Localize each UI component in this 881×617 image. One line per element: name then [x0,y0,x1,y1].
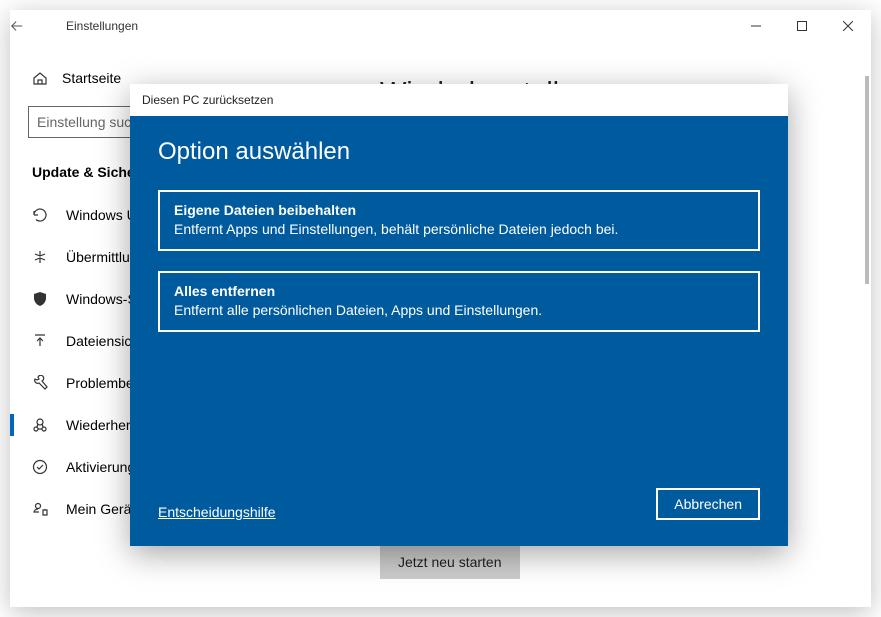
reset-pc-dialog: Diesen PC zurücksetzen Option auswählen … [130,84,788,546]
recovery-icon [32,417,48,433]
close-button[interactable] [825,10,871,42]
help-link[interactable]: Entscheidungshilfe [158,504,276,520]
dialog-title: Diesen PC zurücksetzen [130,84,788,116]
cancel-button[interactable]: Abbrechen [656,488,760,520]
option-remove-everything[interactable]: Alles entfernen Entfernt alle persönlich… [158,271,760,332]
titlebar: Einstellungen [10,10,871,42]
sidebar-home-label: Startseite [62,70,121,86]
scrollbar-thumb[interactable] [865,76,869,284]
wrench-icon [32,375,48,391]
home-icon [32,70,48,86]
option-title: Eigene Dateien beibehalten [174,202,744,218]
dialog-footer: Entscheidungshilfe Abbrechen [158,488,760,520]
option-title: Alles entfernen [174,283,744,299]
window-title: Einstellungen [56,19,138,33]
option-description: Entfernt Apps und Einstellungen, behält … [174,221,744,237]
backup-icon [32,333,48,349]
delivery-icon [32,249,48,265]
option-keep-files[interactable]: Eigene Dateien beibehalten Entfernt Apps… [158,190,760,251]
restart-button[interactable]: Jetzt neu starten [380,545,520,579]
check-circle-icon [32,459,48,475]
dialog-heading: Option auswählen [158,138,760,166]
dialog-body: Option auswählen Eigene Dateien beibehal… [130,116,788,546]
maximize-button[interactable] [779,10,825,42]
back-button[interactable] [10,19,56,33]
shield-icon [32,291,48,307]
update-icon [32,207,48,223]
sidebar-item-label: Aktivierung [66,459,135,475]
find-device-icon [32,501,48,517]
option-description: Entfernt alle persönlichen Dateien, Apps… [174,302,744,318]
minimize-button[interactable] [733,10,779,42]
scrollbar[interactable] [865,76,869,597]
